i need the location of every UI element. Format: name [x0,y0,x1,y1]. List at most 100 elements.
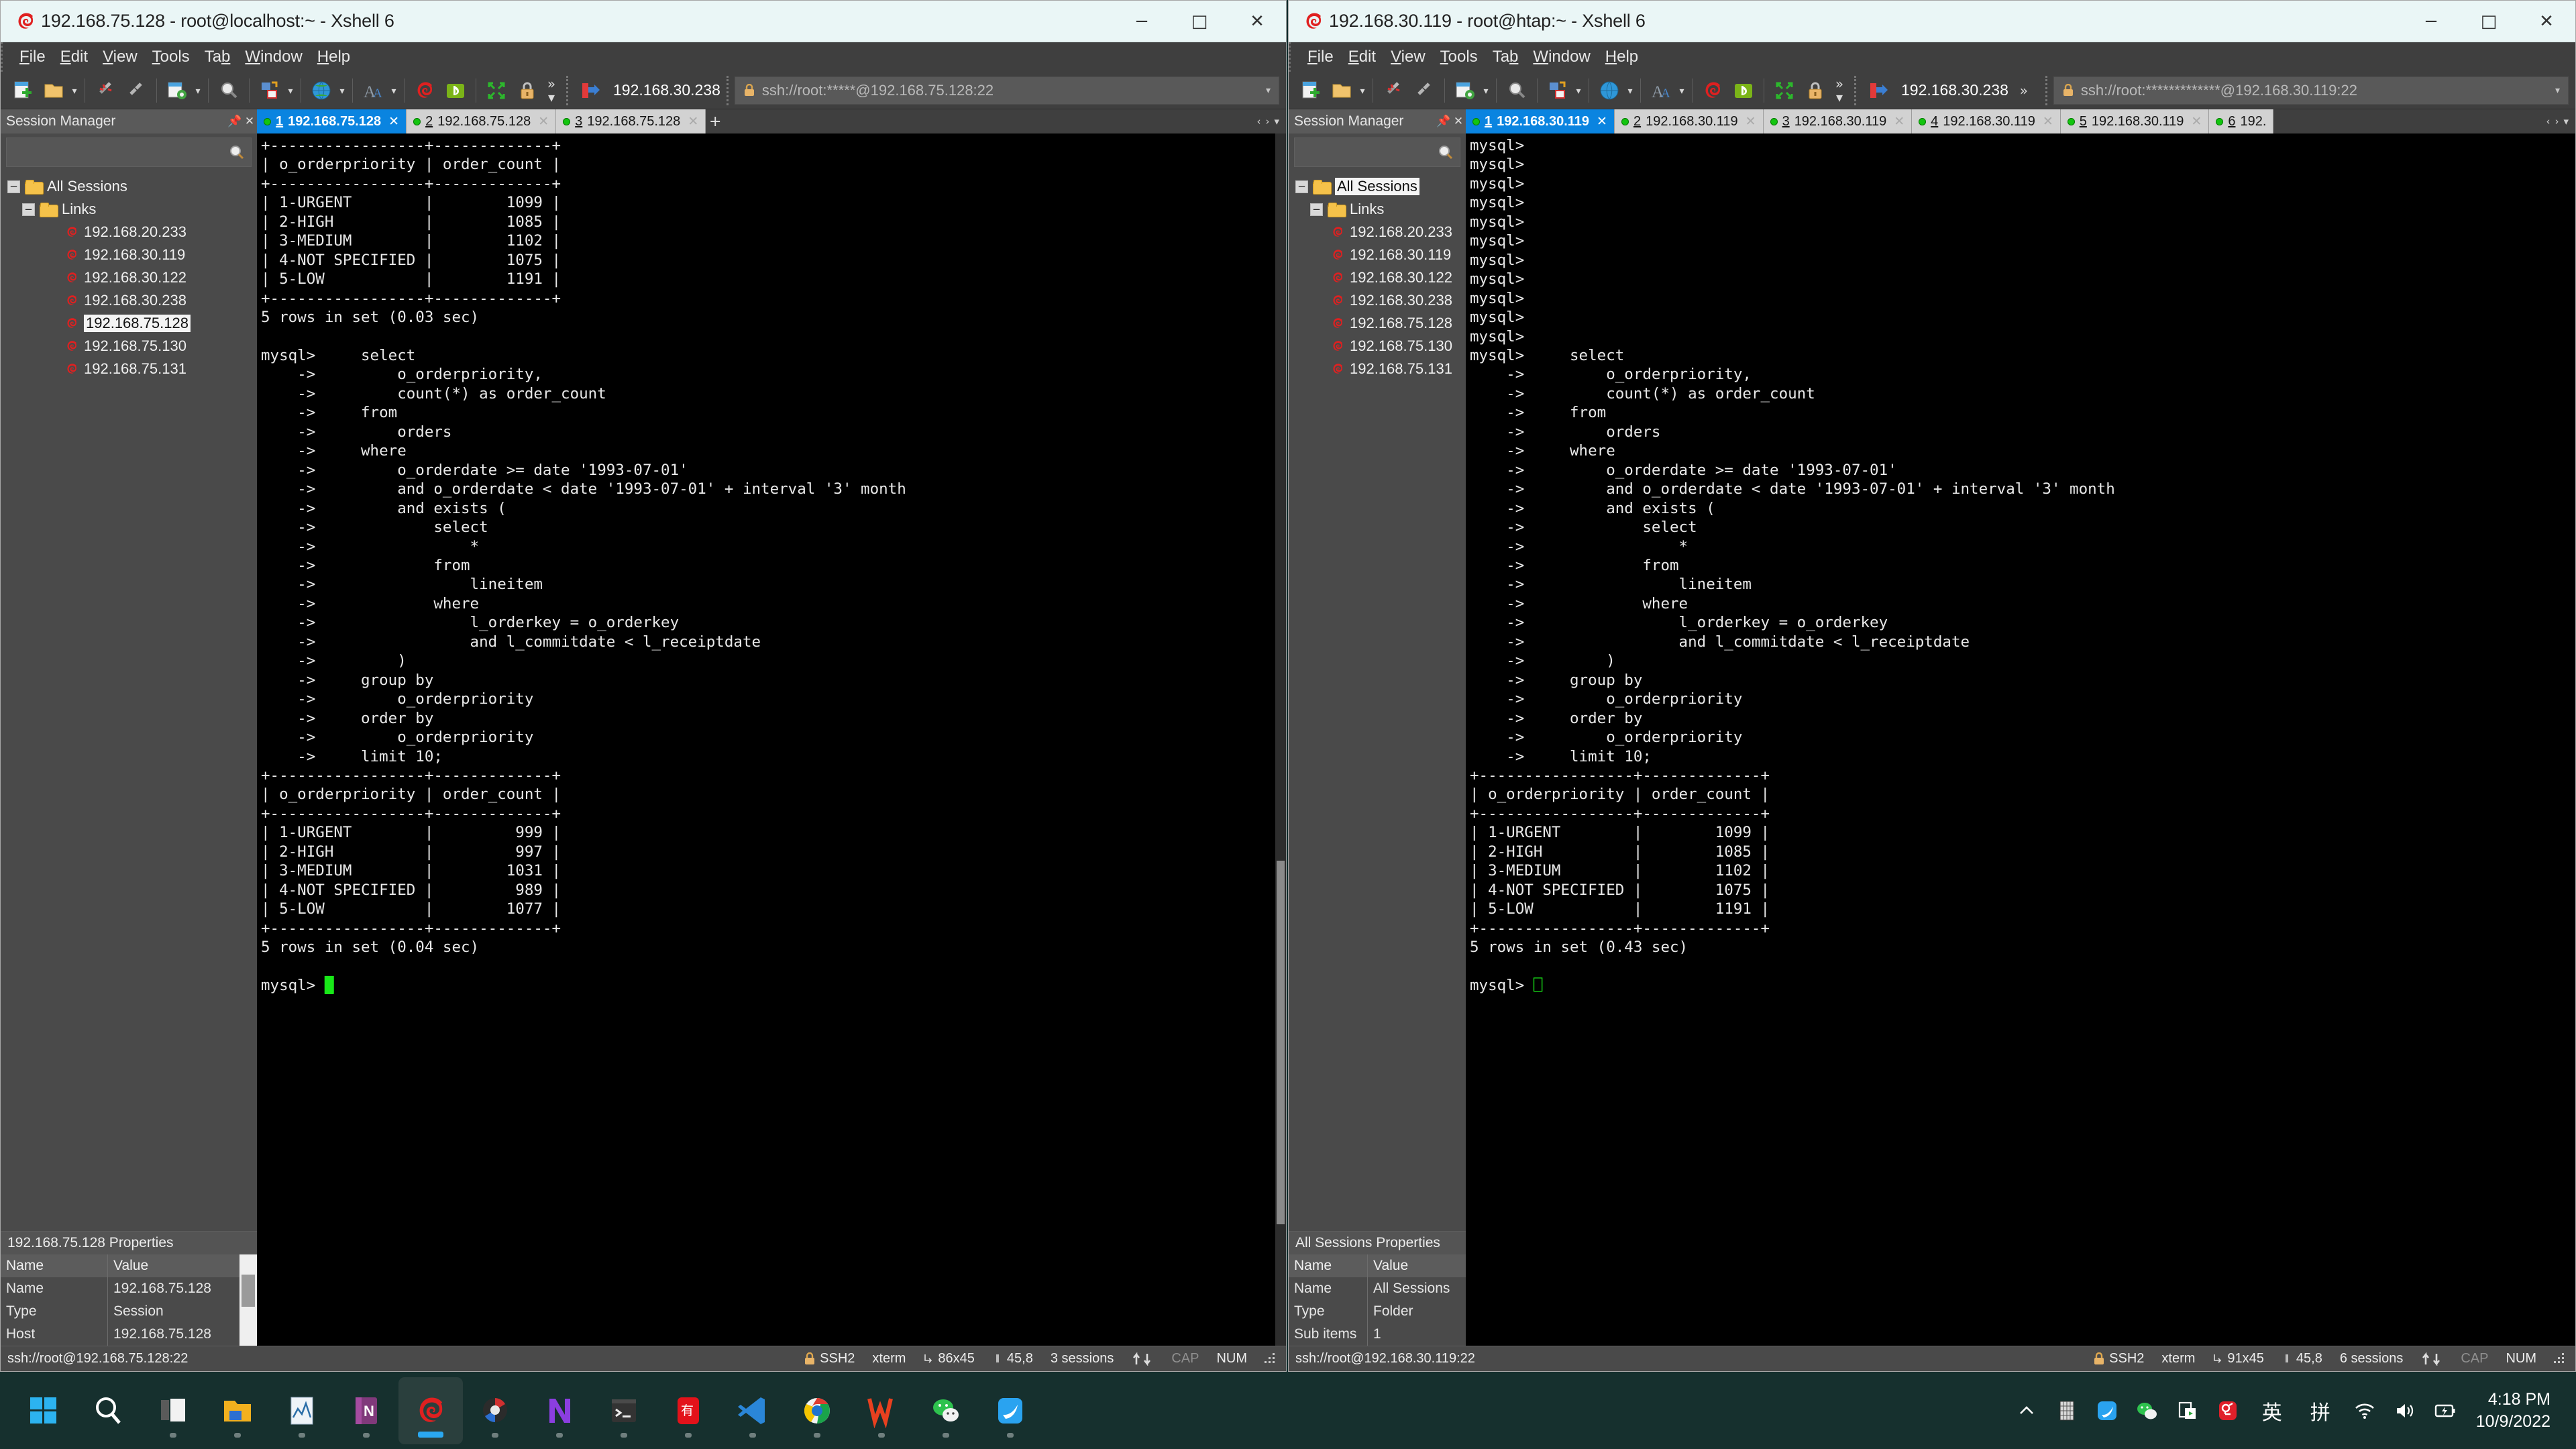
system-tray[interactable]: 英 拼 4:18 PM 10/9/2022 [2006,1377,2576,1444]
xshell-launch-icon[interactable] [409,75,440,106]
menu-help-right[interactable]: Help [1598,46,1646,68]
menu-window-left[interactable]: Window [237,46,309,68]
tray-wechat[interactable] [2127,1377,2167,1444]
properties-scrollbar-thumb-left[interactable] [241,1275,255,1307]
pin-icon-right[interactable]: 📌 [1436,115,1451,128]
menu-edit-right[interactable]: Edit [1341,46,1383,68]
menu-edit-left[interactable]: Edit [53,46,95,68]
tab-scroll-left-icon[interactable]: ‹ [2546,115,2550,127]
taskbar-wechat[interactable] [914,1377,978,1444]
tab-scroll-right-icon[interactable]: › [2555,115,2559,127]
terminal-tab-3-right[interactable]: 3 192.168.30.119 ✕ [1764,109,1913,133]
menu-tools-right[interactable]: Tools [1433,46,1485,68]
tab-close-icon[interactable]: ✕ [538,114,549,129]
window-controls-left[interactable]: − □ ✕ [1113,1,1286,42]
fullscreen-icon[interactable] [1769,75,1800,106]
maximize-button-left[interactable]: □ [1171,1,1228,42]
tray-battery[interactable] [2425,1377,2465,1444]
chevron-down-icon[interactable]: ▾ [1831,91,1848,104]
tree-session-left-2[interactable]: 192.168.30.122 [7,266,257,289]
toolbar-overflow-left[interactable]: » ▾ [543,75,560,106]
toolbar-right[interactable]: ▾ ▾ ▾ ▾ [1289,72,2575,109]
address-bar-left[interactable]: ssh://root:*****@192.168.75.128:22 ▾ [735,76,1279,105]
toolbar-left[interactable]: ▾ ▾ ▾ ▾ [1,72,1286,109]
tab-close-icon[interactable]: ✕ [388,114,399,129]
taskbar-xftp[interactable] [463,1377,527,1444]
taskbar-onenote[interactable]: N [334,1377,398,1444]
close-panel-icon-right[interactable]: ✕ [1451,115,1466,128]
tree-session-left-3[interactable]: 192.168.30.238 [7,289,257,312]
taskbar-vscode[interactable] [720,1377,785,1444]
tab-close-icon[interactable]: ✕ [1894,114,1904,129]
close-button-left[interactable]: ✕ [1228,1,1286,42]
tabs-container-right[interactable]: 1 192.168.30.119 ✕ 2 192.168.30.119 ✕ 3 … [1466,109,2575,133]
tab-close-icon[interactable]: ✕ [688,114,698,129]
tab-nav-left[interactable]: ‹ › ▾ [1250,109,1286,133]
font-dropdown-icon[interactable]: ▾ [388,75,399,106]
minimize-button-left[interactable]: − [1113,1,1171,42]
open-folder-icon[interactable] [38,75,69,106]
tray-calculator[interactable] [2047,1377,2087,1444]
tab-list-dropdown-icon[interactable]: ▾ [1274,115,1279,127]
tray-ime-pinyin[interactable]: 拼 [2296,1377,2345,1444]
tree-session-left-1[interactable]: 192.168.30.119 [7,244,257,266]
toolbar-overflow-right[interactable]: » ▾ [1831,75,1848,106]
open-folder-dropdown-icon[interactable]: ▾ [1357,75,1368,106]
jump-session-icon[interactable] [574,75,605,106]
new-session-icon[interactable] [1295,75,1326,106]
transfer-dropdown-icon[interactable]: ▾ [285,75,296,106]
transfer-dropdown-icon[interactable]: ▾ [1573,75,1584,106]
menu-file-left[interactable]: File [12,46,53,68]
xshell-window-right[interactable]: 192.168.30.119 - root@htap:~ - Xshell 6 … [1288,0,2576,1372]
taskbar-monitor-app[interactable] [270,1377,334,1444]
pin-icon-left[interactable]: 📌 [227,115,242,128]
session-properties-icon[interactable] [1450,75,1481,106]
tray-clipboard[interactable] [2167,1377,2208,1444]
toolbar-overflow-chevron-right[interactable]: » [2015,84,2033,97]
font-icon[interactable]: AA [358,75,388,106]
tree-node-all-sessions-left[interactable]: − All Sessions [7,175,257,198]
tab-close-icon[interactable]: ✕ [2043,114,2053,129]
tree-session-right-2[interactable]: 192.168.30.122 [1295,266,1466,289]
chevron-right-double-icon[interactable]: » [1831,77,1848,91]
disconnect-icon[interactable] [1378,75,1409,106]
terminal-tab-3-left[interactable]: 3 192.168.75.128 ✕ [556,109,706,133]
windows-taskbar[interactable]: N 有 [0,1372,2576,1449]
font-dropdown-icon[interactable]: ▾ [1676,75,1687,106]
taskbar-chrome[interactable] [785,1377,849,1444]
menu-window-right[interactable]: Window [1525,46,1597,68]
collapse-icon[interactable]: − [22,203,35,216]
taskbar-navicat[interactable] [527,1377,592,1444]
taskbar-search[interactable] [76,1377,141,1444]
session-manager-panel-right[interactable]: − All Sessions − Links 192.168.20.233 [1289,133,1466,1346]
resize-grip-right[interactable] [2554,1353,2566,1365]
reconnect-icon[interactable] [1409,75,1440,106]
tree-session-left-5[interactable]: 192.168.75.130 [7,335,257,358]
globe-dropdown-icon[interactable]: ▾ [337,75,347,106]
tray-feishu[interactable] [2087,1377,2127,1444]
terminal-tab-2-right[interactable]: 2 192.168.30.119 ✕ [1615,109,1764,133]
lock-icon[interactable] [512,75,543,106]
address-value-left[interactable]: ssh://root:*****@192.168.75.128:22 [762,82,994,99]
tree-session-right-1[interactable]: 192.168.30.119 [1295,244,1466,266]
close-panel-icon-left[interactable]: ✕ [242,115,257,128]
new-tab-button-left[interactable]: + [706,109,724,133]
close-button-right[interactable]: ✕ [2518,1,2575,42]
terminal-tab-1-left[interactable]: 1 192.168.75.128 ✕ [257,109,407,133]
terminal-tab-5-right[interactable]: 5 192.168.30.119 ✕ [2061,109,2210,133]
window-controls-right[interactable]: − □ ✕ [2402,1,2575,42]
tree-session-left-0[interactable]: 192.168.20.233 [7,221,257,244]
new-session-icon[interactable] [7,75,38,106]
session-tree-right[interactable]: − All Sessions − Links 192.168.20.233 [1289,170,1466,1231]
terminal-output-right[interactable]: mysql> mysql> mysql> mysql> mysql> mysql… [1466,133,2575,1346]
tab-close-icon[interactable]: ✕ [1597,114,1607,129]
taskbar-xshell[interactable] [398,1377,463,1444]
xshell-window-left[interactable]: 192.168.75.128 - root@localhost:~ - Xshe… [0,0,1287,1372]
session-manager-panel-left[interactable]: − All Sessions − Links 192.168.20.233 [1,133,257,1346]
menu-tab-left[interactable]: Tab [197,46,238,68]
tree-session-right-6[interactable]: 192.168.75.131 [1295,358,1466,380]
tray-ime-language[interactable]: 英 [2248,1377,2296,1444]
address-bar-right[interactable]: ssh://root:*************@192.168.30.119:… [2053,76,2569,105]
terminal-tab-6-right[interactable]: 6 192. [2209,109,2273,133]
minimize-button-right[interactable]: − [2402,1,2460,42]
